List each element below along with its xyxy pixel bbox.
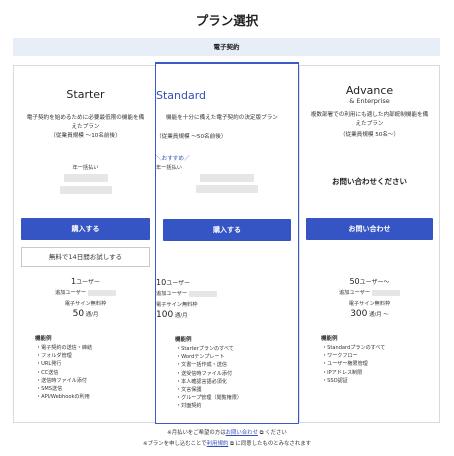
- functions-title: 機能例: [175, 337, 192, 343]
- terms-link[interactable]: 利用規約: [207, 441, 229, 447]
- plan-scale: （従業員規模 〜10名前後）: [50, 133, 121, 139]
- list-item: Starterプランのすべて: [176, 345, 242, 353]
- plan-description: 電子契約を始めるために必要最低限の機能を備えたプラン: [26, 115, 145, 130]
- plan-scale: （従業員規模 〜50名前後）: [156, 134, 227, 140]
- plan-description: 複数部署での利用にも適した内部統制機能を備えたプラン: [310, 112, 429, 127]
- recommend-badge: ＼おすすめ／: [156, 156, 190, 162]
- users-included: 10ユーザー: [156, 278, 191, 287]
- purchase-button[interactable]: 購入する: [163, 219, 291, 241]
- plan-card-starter: Starter 電子契約を始めるために必要最低限の機能を備えたプラン （従業員規…: [14, 66, 157, 422]
- page-title: プラン選択: [195, 13, 259, 28]
- section-label: 電子契約: [213, 43, 240, 51]
- list-item: CC送信: [36, 369, 92, 377]
- list-item: 対面契約: [176, 402, 242, 410]
- list-item: IPアドレス制限: [322, 369, 385, 377]
- additional-users: 追加ユーザー: [14, 289, 157, 296]
- purchase-button[interactable]: 購入する: [21, 218, 150, 240]
- plan-description: 機能を十分に備えた電子契約の決定版プラン: [166, 115, 278, 121]
- users-included: 1ユーザー: [71, 277, 100, 286]
- footnote-terms: ※プランを申し込むことで利用規約 ⧉ に同意したものとみなされます: [143, 441, 311, 447]
- list-item: 文書一括作成・送信: [176, 361, 242, 369]
- plan-name: Standard: [156, 89, 207, 102]
- plan-subname: & Enterprise: [349, 97, 390, 105]
- list-item: 本人確認言語必須化: [176, 378, 242, 386]
- free-sign-quota: 300 通/月 〜: [350, 309, 389, 319]
- plan-scale: （従業員規模 50名〜）: [339, 132, 400, 138]
- free-sign-label: 電子サイン無料枠: [348, 301, 391, 307]
- list-item: 送信時ファイル添付: [36, 377, 92, 385]
- list-item: URL発行: [36, 360, 92, 368]
- list-item: ワークフロー: [322, 352, 385, 360]
- fee-label: 年一括払い: [156, 165, 182, 171]
- plan-name: Advance: [345, 84, 394, 97]
- functions-list: Starterプランのすべて Wordテンプレート 文書一括作成・送信 送受信時…: [176, 345, 242, 411]
- additional-users: 追加ユーザー: [156, 290, 298, 297]
- list-item: フォルダ管理: [36, 352, 92, 360]
- functions-list: 電子契約の送信・締結 フォルダ管理 URL発行 CC送信 送信時ファイル添付 S…: [36, 344, 92, 401]
- footnote-monthly: ※月払いをご希望の方はお問い合わせ ⧉ ください: [167, 430, 287, 436]
- contact-link[interactable]: お問い合わせ: [226, 430, 258, 436]
- price-placeholder: [196, 185, 258, 193]
- contact-button[interactable]: お問い合わせ: [306, 218, 433, 240]
- price-placeholder: [200, 174, 254, 182]
- list-item: 文言保護: [176, 386, 242, 394]
- list-item: API/Webhookの利用: [36, 393, 92, 401]
- functions-list: Standardプランのすべて ワークフロー ユーザー権限管理 IPアドレス制限…: [322, 344, 385, 385]
- list-item: SSO認証: [322, 377, 385, 385]
- list-item: 電子契約の送信・締結: [36, 344, 92, 352]
- plan-card-standard: Standard 機能を十分に備えた電子契約の決定版プラン （従業員規模 〜50…: [155, 62, 299, 424]
- users-included: 50ユーザー〜: [349, 277, 390, 286]
- list-item: Standardプランのすべて: [322, 344, 385, 352]
- free-sign-quota: 50 通/月: [72, 309, 99, 319]
- free-sign-label: 電子サイン無料枠: [156, 302, 198, 308]
- list-item: グループ管理（閲覧権限）: [176, 394, 242, 402]
- free-sign-quota: 100 通/月: [156, 310, 188, 320]
- list-item: SMS送信: [36, 385, 92, 393]
- section-header: 電子契約: [13, 38, 440, 56]
- price-placeholder: [64, 174, 108, 182]
- additional-users: 追加ユーザー: [300, 289, 439, 296]
- fee-label: 年一括払い: [72, 165, 99, 171]
- external-link-icon: ⧉: [228, 441, 236, 447]
- plan-card-advance: Advance & Enterprise 複数部署での利用にも適した内部統制機能…: [300, 66, 439, 422]
- price-placeholder: [60, 186, 112, 194]
- list-item: 送受信時ファイル添付: [176, 370, 242, 378]
- functions-title: 機能例: [321, 336, 338, 342]
- functions-title: 機能例: [35, 336, 52, 342]
- free-sign-label: 電子サイン無料枠: [64, 301, 107, 307]
- plan-name: Starter: [66, 88, 105, 101]
- free-trial-button[interactable]: 無料で14日間お試しする: [21, 247, 150, 267]
- contact-prompt: お問い合わせください: [332, 177, 407, 186]
- list-item: ユーザー権限管理: [322, 360, 385, 368]
- list-item: Wordテンプレート: [176, 353, 242, 361]
